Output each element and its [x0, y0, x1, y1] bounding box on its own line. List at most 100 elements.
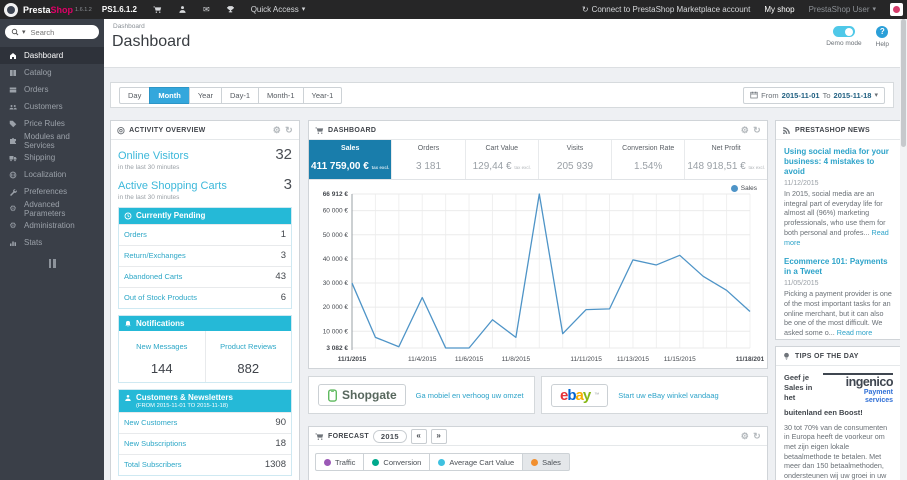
home-icon	[10, 52, 16, 59]
dashboard-panel: DASHBOARD ⚙ ↻ Sales 411 759,00 € tax excl…	[308, 120, 768, 369]
user-menu[interactable]: PrestaShop User ▾	[809, 5, 876, 14]
svg-text:40 000 €: 40 000 €	[323, 256, 349, 263]
forecast-year[interactable]: 2015	[372, 429, 407, 443]
demo-mode-toggle[interactable]	[832, 26, 855, 37]
date-from: 2015-11-01	[781, 90, 820, 100]
panel-title: PRESTASHOP NEWS	[795, 126, 871, 134]
quick-access-menu[interactable]: Quick Access ▾	[251, 5, 306, 14]
sidebar-item-shipping[interactable]: Shipping	[0, 149, 104, 166]
svg-text:3 082 €: 3 082 €	[326, 345, 348, 352]
pending-returns-row[interactable]: Return/Exchanges 3	[119, 244, 291, 266]
kpi-conversion-rate[interactable]: Conversion Rate 1.54%	[611, 140, 684, 179]
marketplace-link[interactable]: ↻ Connect to PrestaShop Marketplace accou…	[582, 5, 750, 14]
ebay-logo: ebay ™	[551, 383, 609, 407]
active-carts-link[interactable]: Active Shopping Carts	[118, 180, 227, 192]
person-icon[interactable]	[178, 5, 187, 14]
product-reviews-cell[interactable]: Product Reviews 882	[204, 331, 292, 383]
globe-icon	[9, 171, 17, 178]
sidebar-search[interactable]: ▾	[5, 25, 99, 39]
kpi-orders[interactable]: Orders 3 181	[391, 140, 464, 179]
refresh-icon[interactable]: ↻	[753, 431, 761, 441]
ebay-ad[interactable]: ebay ™ Start uw eBay winkel vandaag	[541, 376, 768, 414]
trophy-icon[interactable]	[226, 5, 235, 14]
tag-icon	[9, 120, 17, 127]
next-year-button[interactable]: »	[430, 428, 447, 444]
range-month-1-button[interactable]: Month-1	[258, 86, 304, 104]
sidebar-item-orders[interactable]: Orders	[0, 81, 104, 98]
help-control: ? Help	[876, 26, 889, 48]
pending-orders-row[interactable]: Orders 1	[119, 223, 291, 245]
sidebar: ▾ Dashboard Catalog Orders Customers Pri…	[0, 19, 104, 480]
help-button[interactable]: ?	[876, 26, 889, 38]
new-customers-row[interactable]: New Customers 90	[119, 411, 291, 433]
svg-text:50 000 €: 50 000 €	[323, 232, 349, 239]
sidebar-item-advanced-parameters[interactable]: ⚙ Advanced Parameters	[0, 200, 104, 218]
legend-sales-button[interactable]: Sales	[522, 453, 570, 471]
cart-icon	[315, 126, 324, 134]
gear-icon[interactable]: ⚙	[273, 125, 281, 135]
shopgate-link[interactable]: Ga mobiel en verhoog uw omzet	[416, 391, 524, 400]
breadcrumb[interactable]: Dashboard	[113, 23, 145, 30]
range-day-1-button[interactable]: Day-1	[221, 86, 260, 104]
news-date: 11/12/2015	[784, 180, 819, 187]
online-visitors-link[interactable]: Online Visitors	[118, 150, 189, 162]
range-year-1-button[interactable]: Year-1	[302, 86, 343, 104]
user-icon	[125, 395, 131, 402]
kpi-sales[interactable]: Sales 411 759,00 € tax excl.	[309, 140, 392, 179]
help-label: Help	[875, 41, 889, 48]
refresh-icon[interactable]: ↻	[285, 125, 293, 135]
total-subscribers-row[interactable]: Total Subscribers 1308	[119, 453, 291, 475]
cart-icon[interactable]	[153, 5, 162, 14]
news-title-link[interactable]: Ecommerce 101: Payments in a Tweet	[784, 257, 893, 277]
read-more-link[interactable]: Read more	[837, 328, 873, 337]
kpi-visits[interactable]: Visits 205 939	[537, 140, 611, 179]
sidebar-item-dashboard[interactable]: Dashboard	[0, 47, 104, 64]
sidebar-item-preferences[interactable]: Preferences	[0, 183, 104, 200]
legend-average-cart-value-button[interactable]: Average Cart Value	[429, 453, 524, 471]
refresh-icon[interactable]: ↻	[753, 125, 761, 135]
news-item: Ecommerce 101: Payments in a Tweet 11/05…	[784, 257, 893, 338]
sidebar-item-localization[interactable]: Localization	[0, 166, 104, 183]
shopgate-ad[interactable]: Shopgate Ga mobiel en verhoog uw omzet	[308, 376, 535, 414]
range-month-button[interactable]: Month	[149, 86, 190, 104]
sidebar-item-price-rules[interactable]: Price Rules	[0, 115, 104, 132]
envelope-icon[interactable]: ✉	[203, 5, 210, 14]
legend-conversion-button[interactable]: Conversion	[363, 453, 431, 471]
sales-line-chart: 3 082 € 10 000 € 20 000 € 30 000 € 40 000 € 5…	[323, 191, 764, 363]
new-messages-cell[interactable]: New Messages 144	[119, 331, 205, 382]
range-year-button[interactable]: Year	[188, 86, 222, 104]
kpi-cart-value[interactable]: Cart Value 129,44 € tax excl.	[464, 140, 538, 179]
svg-text:10 000 €: 10 000 €	[323, 328, 349, 335]
scrollbar-thumb[interactable]	[901, 19, 906, 147]
svg-text:30 000 €: 30 000 €	[323, 280, 349, 287]
range-day-button[interactable]: Day	[119, 86, 151, 104]
activity-overview-panel: ◎ ACTIVITY OVERVIEW ⚙ ↻ Online Visitors 3…	[110, 120, 300, 480]
collapse-menu-button[interactable]	[47, 259, 57, 268]
sidebar-item-catalog[interactable]: Catalog	[0, 64, 104, 81]
news-title-link[interactable]: Using social media for your business: 4 …	[784, 147, 893, 177]
svg-text:11/6/2015: 11/6/2015	[455, 356, 484, 363]
date-range-picker[interactable]: From 2015-11-01 To 2015-11-18 ▾	[743, 86, 885, 104]
gear-icon[interactable]: ⚙	[741, 431, 749, 441]
calendar-icon	[750, 91, 758, 99]
chevron-down-icon[interactable]: ▾	[22, 29, 26, 36]
average-cart-value-dot-icon	[438, 458, 446, 466]
window-scrollbar[interactable]	[900, 19, 907, 480]
avatar[interactable]	[890, 3, 903, 16]
search-input[interactable]	[28, 26, 93, 38]
my-shop-link[interactable]: My shop	[764, 5, 794, 14]
svg-text:11/8/2015: 11/8/2015	[502, 356, 531, 363]
previous-year-button[interactable]: «	[410, 428, 427, 444]
ebay-link[interactable]: Start uw eBay winkel vandaag	[618, 391, 718, 400]
sidebar-item-customers[interactable]: Customers	[0, 98, 104, 115]
chart-legend[interactable]: Sales	[730, 185, 757, 192]
new-subscriptions-row[interactable]: New Subscriptions 18	[119, 432, 291, 454]
sidebar-item-administration[interactable]: ⚙ Administration	[0, 217, 104, 234]
kpi-net-profit[interactable]: Net Profit 148 918,51 € tax excl.	[684, 140, 767, 179]
abandoned-carts-row[interactable]: Abandoned Carts 43	[119, 265, 291, 287]
legend-traffic-button[interactable]: Traffic	[315, 453, 365, 471]
sidebar-item-modules[interactable]: Modules and Services	[0, 132, 104, 150]
gear-icon[interactable]: ⚙	[741, 125, 749, 135]
out-of-stock-row[interactable]: Out of Stock Products 6	[119, 286, 291, 308]
sidebar-item-stats[interactable]: Stats	[0, 234, 104, 251]
